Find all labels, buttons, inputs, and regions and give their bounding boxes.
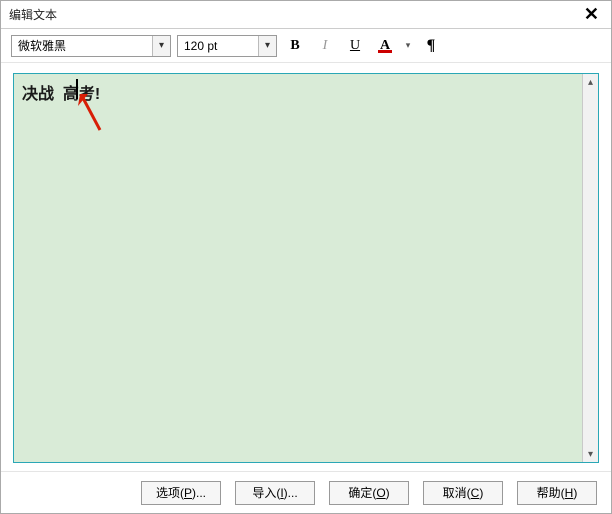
editor-area: 决战 高考! ▴ ▾ xyxy=(1,63,611,471)
help-button[interactable]: 帮助(H) xyxy=(517,481,597,505)
vertical-scrollbar[interactable]: ▴ ▾ xyxy=(582,74,598,462)
edit-text-dialog: 编辑文本 ✕ ▾ ▾ B I U A ▾ ¶ 决战 高考! xyxy=(0,0,612,514)
chevron-down-icon[interactable]: ▾ xyxy=(258,36,276,56)
close-icon[interactable]: ✕ xyxy=(580,4,603,25)
options-button[interactable]: 选项(P)... xyxy=(141,481,221,505)
text-canvas[interactable]: 决战 高考! ▴ ▾ xyxy=(13,73,599,463)
titlebar: 编辑文本 ✕ xyxy=(1,1,611,29)
italic-button[interactable]: I xyxy=(313,35,337,57)
cancel-button[interactable]: 取消(C) xyxy=(423,481,503,505)
font-family-combo[interactable]: ▾ xyxy=(11,35,171,57)
window-title: 编辑文本 xyxy=(9,6,57,23)
formatting-toolbar: ▾ ▾ B I U A ▾ ¶ xyxy=(1,29,611,63)
font-color-swatch xyxy=(378,50,392,53)
bold-button[interactable]: B xyxy=(283,35,307,57)
canvas-text-before: 决战 高考! xyxy=(22,80,100,104)
font-color-button[interactable]: A xyxy=(373,35,397,57)
underline-button[interactable]: U xyxy=(343,35,367,57)
scroll-down-icon[interactable]: ▾ xyxy=(583,446,598,462)
paragraph-marks-button[interactable]: ¶ xyxy=(419,35,443,57)
font-size-input[interactable] xyxy=(178,36,258,56)
font-family-input[interactable] xyxy=(12,36,152,56)
font-color-dropdown-icon[interactable]: ▾ xyxy=(403,40,413,51)
chevron-down-icon[interactable]: ▾ xyxy=(152,36,170,56)
scroll-up-icon[interactable]: ▴ xyxy=(583,74,598,90)
ok-button[interactable]: 确定(O) xyxy=(329,481,409,505)
dialog-button-bar: 选项(P)... 导入(I)... 确定(O) 取消(C) 帮助(H) xyxy=(1,471,611,513)
font-size-combo[interactable]: ▾ xyxy=(177,35,277,57)
import-button[interactable]: 导入(I)... xyxy=(235,481,315,505)
text-cursor xyxy=(76,79,78,99)
